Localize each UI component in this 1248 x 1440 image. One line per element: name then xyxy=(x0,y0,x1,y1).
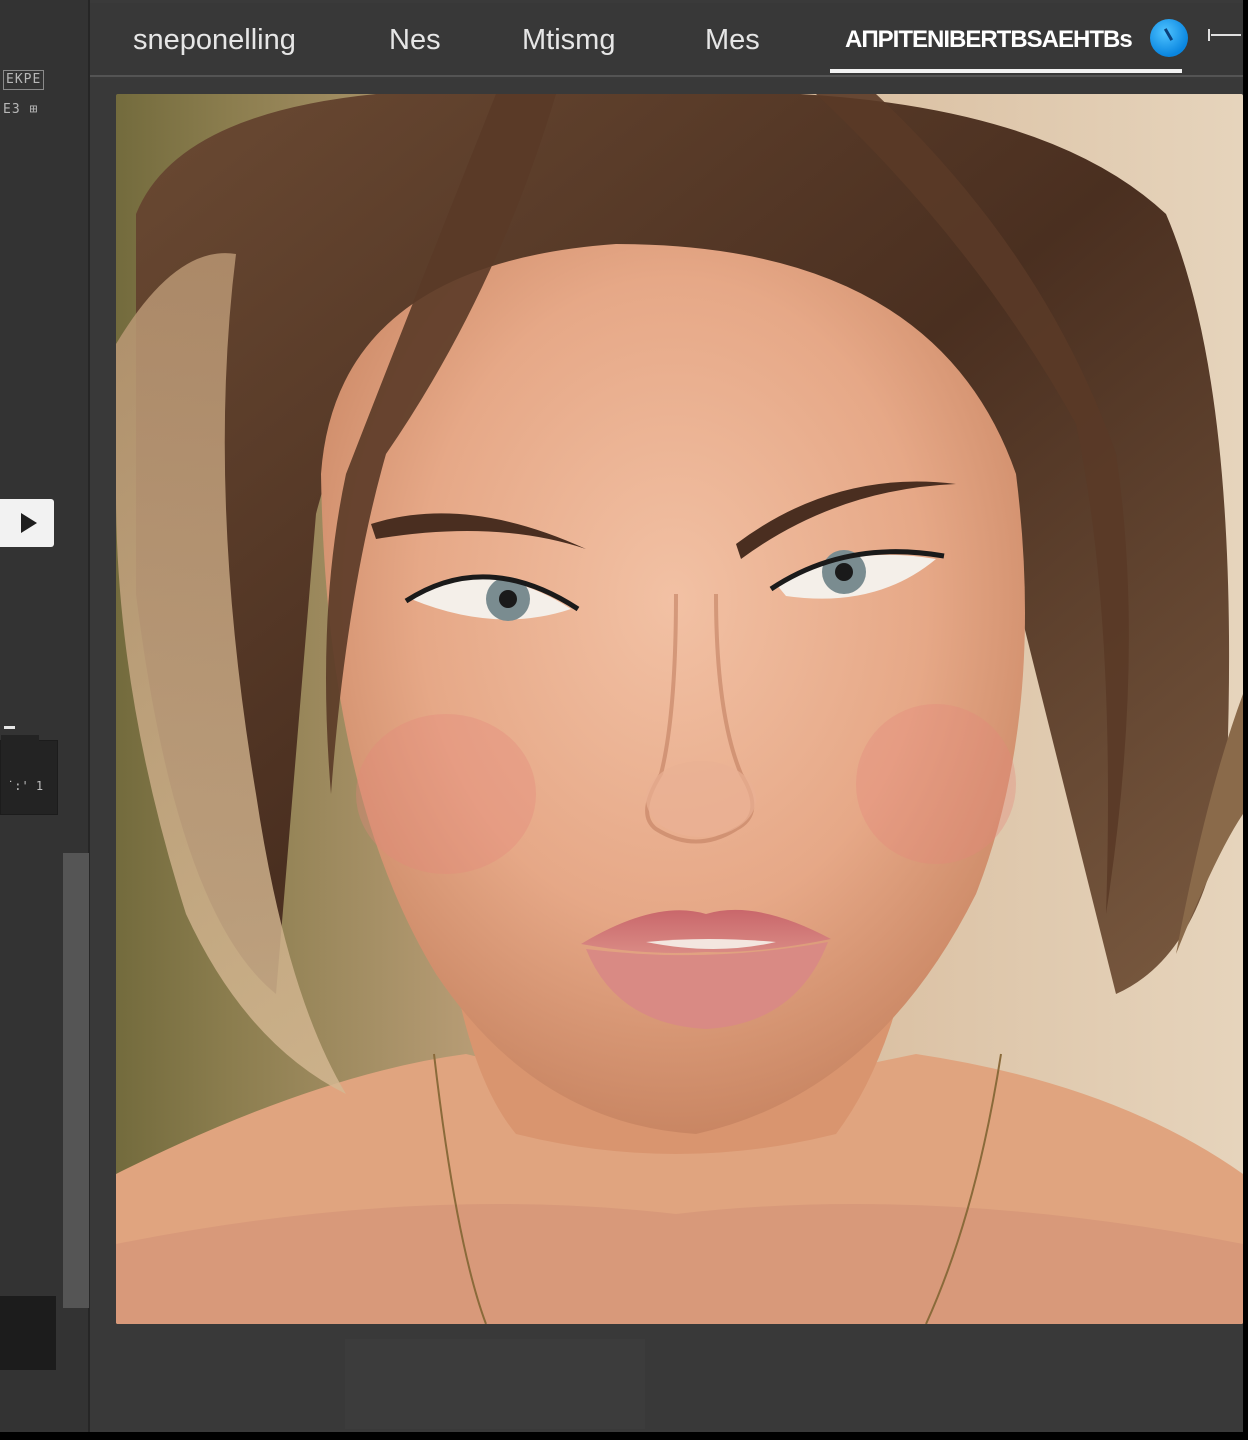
tab-mtismg[interactable]: Mtismg xyxy=(522,3,615,77)
tab-bar: sneponelling Nes Mtismg Mes ΑΠPITENIBERT… xyxy=(90,3,1243,77)
tab-nes[interactable]: Nes xyxy=(389,3,441,77)
tab-sneponelling[interactable]: sneponelling xyxy=(133,3,296,77)
canvas-bottom-strip xyxy=(345,1339,645,1429)
canvas-area xyxy=(90,79,1243,1432)
vertical-scrollbar[interactable] xyxy=(63,853,89,1308)
play-button[interactable] xyxy=(0,499,54,547)
slider-icon[interactable] xyxy=(1208,28,1244,42)
color-swatch[interactable] xyxy=(0,1296,56,1370)
active-tab-underline xyxy=(830,69,1182,73)
tab-active[interactable]: ΑΠPITENIBERTBSAEHTBs xyxy=(845,3,1133,77)
portrait-photo[interactable] xyxy=(116,94,1243,1324)
play-icon xyxy=(21,513,37,533)
value-field[interactable]: ˙:' 1 xyxy=(0,735,58,815)
compass-icon[interactable] xyxy=(1150,19,1188,57)
editor-window: EKPE E3 ⊞ ˙:' 1 sneponelling Nes Mtismg … xyxy=(0,0,1243,1432)
tab-mes[interactable]: Mes xyxy=(705,3,760,77)
value-field-text: ˙:' 1 xyxy=(7,779,44,793)
panel-label-second: E3 ⊞ xyxy=(3,102,39,117)
panel-label-top: EKPE xyxy=(3,70,45,90)
